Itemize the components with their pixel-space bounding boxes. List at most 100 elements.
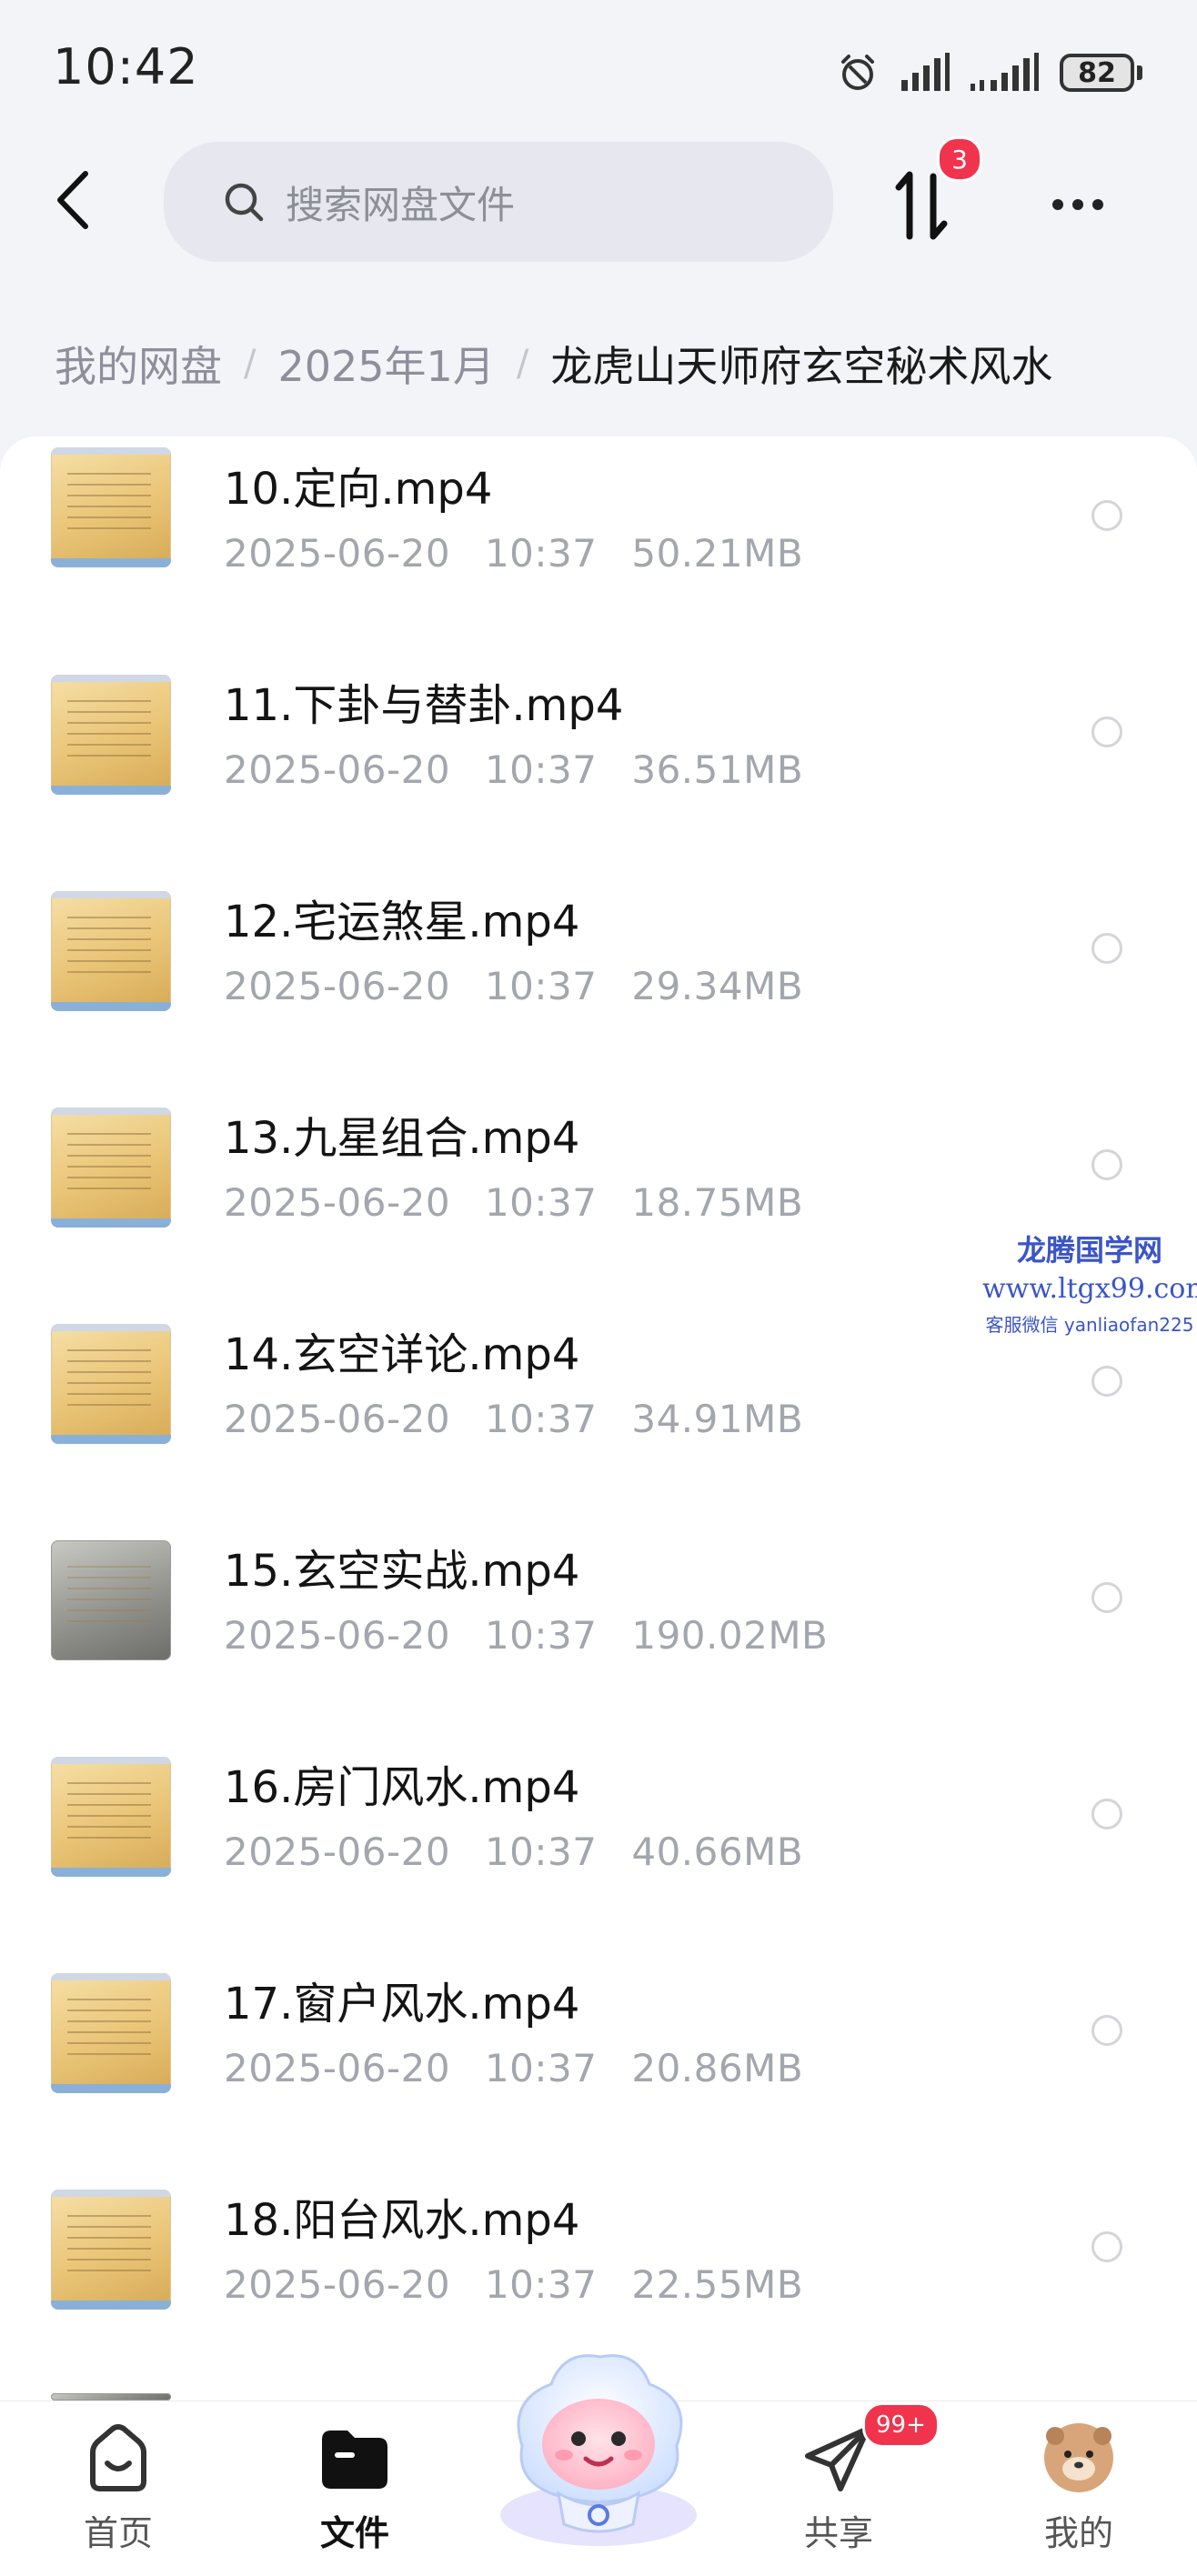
tab-label: 我的	[1043, 2513, 1113, 2553]
breadcrumb-item-month[interactable]: 2025年1月	[277, 334, 494, 394]
battery-level: 82	[1060, 54, 1134, 92]
file-size: 20.86MB	[631, 2046, 804, 2090]
watermark-title: 龙腾国学网	[1016, 1233, 1162, 1268]
file-name: 12.宅运煞星.mp4	[224, 897, 580, 947]
file-row[interactable]: 17.窗户风水.mp4 2025-06-20 10:37 20.86MB	[0, 1962, 1197, 2179]
file-size: 18.75MB	[631, 1180, 804, 1225]
video-thumbnail	[51, 1757, 171, 1877]
file-row[interactable]: 14.玄空详论.mp4 2025-06-20 10:37 34.91MB	[0, 1313, 1197, 1529]
file-row[interactable]: 12.宅运煞星.mp4 2025-06-20 10:37 29.34MB	[0, 880, 1197, 1097]
watermark-contact: 客服微信 yanliaofan225	[985, 1314, 1194, 1336]
file-meta: 2025-06-20 10:37 20.86MB	[224, 2046, 803, 2090]
file-meta: 2025-06-20 10:37 18.75MB	[224, 1180, 803, 1225]
file-meta: 2025-06-20 10:37 40.66MB	[224, 1829, 803, 1874]
file-meta: 2025-06-20 10:37 190.02MB	[224, 1613, 828, 1658]
file-time: 10:37	[484, 2262, 598, 2307]
file-time: 10:37	[484, 747, 598, 792]
chevron-left-icon	[53, 168, 93, 236]
file-name: 10.定向.mp4	[224, 464, 493, 515]
avatar-icon	[1041, 2420, 1117, 2496]
file-date: 2025-06-20	[224, 1397, 451, 1441]
battery-indicator: 82	[1060, 54, 1142, 92]
select-radio[interactable]	[1091, 717, 1122, 747]
file-size: 190.02MB	[631, 1613, 829, 1658]
file-row[interactable]: 11.下卦与替卦.mp4 2025-06-20 10:37 36.51MB	[0, 664, 1197, 880]
file-meta: 2025-06-20 10:37 22.55MB	[224, 2262, 803, 2307]
more-dot	[1092, 199, 1103, 210]
tab-label: 文件	[319, 2513, 389, 2553]
video-thumbnail	[51, 1324, 171, 1444]
search-icon	[222, 180, 266, 224]
file-time: 10:37	[484, 964, 598, 1008]
file-size: 36.51MB	[631, 747, 804, 792]
tab-me[interactable]: 我的	[1006, 2420, 1152, 2565]
file-size: 50.21MB	[631, 531, 804, 576]
file-date: 2025-06-20	[224, 2262, 451, 2307]
file-meta: 2025-06-20 10:37 36.51MB	[224, 747, 803, 792]
file-name: 16.房门风水.mp4	[224, 1762, 580, 1813]
select-radio[interactable]	[1091, 1149, 1122, 1180]
video-thumbnail	[51, 675, 171, 795]
select-radio[interactable]	[1091, 2015, 1122, 2046]
transfer-badge: 3	[937, 136, 982, 182]
file-date: 2025-06-20	[224, 1613, 451, 1658]
select-radio[interactable]	[1091, 2231, 1122, 2262]
tab-files[interactable]: 文件	[282, 2420, 428, 2565]
signal-icon-secondary	[971, 53, 1040, 93]
file-name: 13.九星组合.mp4	[224, 1113, 580, 1164]
breadcrumb-item-root[interactable]: 我的网盘	[55, 334, 222, 394]
file-list: 10.定向.mp4 2025-06-20 10:37 50.21MB 11.下卦…	[0, 436, 1197, 2401]
more-dot	[1072, 199, 1083, 210]
tab-home[interactable]: 首页	[45, 2420, 191, 2565]
file-name: 14.玄空详论.mp4	[224, 1329, 580, 1380]
video-thumbnail	[51, 1108, 171, 1228]
file-name: 17.窗户风水.mp4	[224, 1979, 580, 2030]
breadcrumb-separator: /	[244, 343, 256, 385]
mascot-button[interactable]	[480, 2337, 717, 2555]
watermark-url: www.ltgx99.com	[982, 1273, 1197, 1305]
file-row[interactable]: 10.定向.mp4 2025-06-20 10:37 50.21MB	[0, 447, 1197, 664]
file-date: 2025-06-20	[224, 1180, 451, 1225]
file-meta: 2025-06-20 10:37 50.21MB	[224, 531, 803, 576]
tab-label: 共享	[803, 2513, 873, 2553]
file-date: 2025-06-20	[224, 531, 451, 576]
top-nav: 搜索网盘文件 3	[0, 136, 1197, 264]
video-thumbnail	[51, 1973, 171, 2093]
breadcrumb: 我的网盘 / 2025年1月 / 龙虎山天师府玄空秘术风水	[55, 327, 1052, 400]
video-thumbnail	[51, 891, 171, 1011]
home-icon	[80, 2420, 156, 2496]
file-date: 2025-06-20	[224, 1829, 451, 1874]
file-meta: 2025-06-20 10:37 29.34MB	[224, 964, 803, 1008]
folder-icon	[317, 2420, 393, 2496]
file-row[interactable]: 15.玄空实战.mp4 2025-06-20 10:37 190.02MB	[0, 1529, 1197, 1746]
select-radio[interactable]	[1091, 933, 1122, 964]
file-size: 34.91MB	[631, 1397, 804, 1441]
file-time: 10:37	[484, 1180, 598, 1225]
file-size: 40.66MB	[631, 1829, 804, 1874]
select-radio[interactable]	[1091, 500, 1122, 531]
file-date: 2025-06-20	[224, 2046, 451, 2090]
select-radio[interactable]	[1091, 1582, 1122, 1613]
file-time: 10:37	[484, 1397, 598, 1441]
tab-label: 首页	[83, 2513, 153, 2553]
file-time: 10:37	[484, 1829, 598, 1874]
video-thumbnail	[51, 1540, 171, 1660]
search-placeholder: 搜索网盘文件	[286, 182, 516, 227]
more-dot	[1052, 199, 1063, 210]
file-name: 11.下卦与替卦.mp4	[224, 680, 624, 731]
select-radio[interactable]	[1091, 1366, 1122, 1397]
file-size: 29.34MB	[631, 964, 804, 1008]
file-date: 2025-06-20	[224, 747, 451, 792]
select-radio[interactable]	[1091, 1799, 1122, 1829]
share-badge: 99+	[862, 2402, 940, 2448]
breadcrumb-current: 龙虎山天师府玄空秘术风水	[550, 342, 1053, 391]
file-name: 15.玄空实战.mp4	[224, 1546, 580, 1597]
mascot-icon	[480, 2354, 717, 2559]
search-input[interactable]: 搜索网盘文件	[164, 142, 833, 262]
file-row[interactable]: 16.房门风水.mp4 2025-06-20 10:37 40.66MB	[0, 1746, 1197, 1962]
file-time: 10:37	[484, 2046, 598, 2090]
file-size: 22.55MB	[631, 2262, 804, 2307]
back-button[interactable]	[36, 165, 109, 238]
watermark: 龙腾国学网 www.ltgx99.com 客服微信 yanliaofan225	[982, 1228, 1197, 1337]
more-button[interactable]	[1037, 173, 1119, 236]
